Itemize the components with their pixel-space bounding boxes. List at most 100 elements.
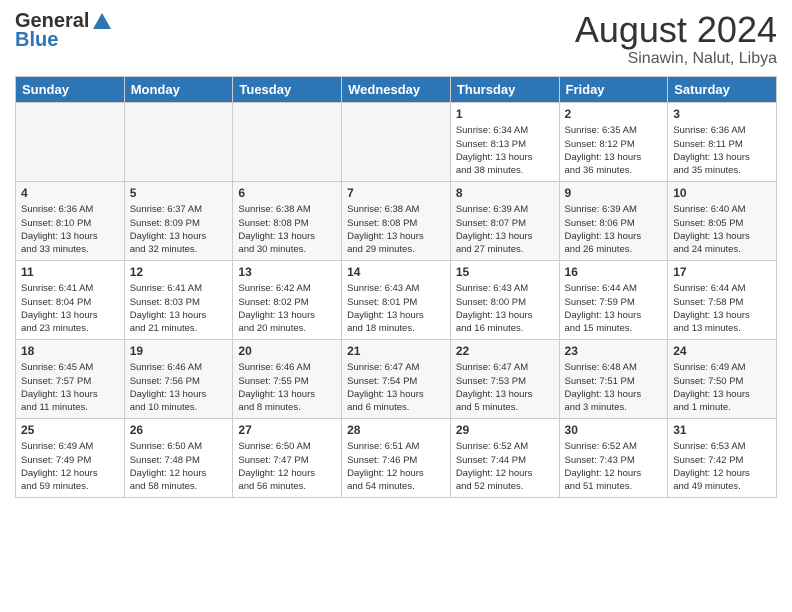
day-number: 7 (347, 185, 445, 202)
table-row: 10Sunrise: 6:40 AM Sunset: 8:05 PM Dayli… (668, 181, 777, 260)
day-number: 28 (347, 422, 445, 439)
day-number: 8 (456, 185, 554, 202)
table-row: 6Sunrise: 6:38 AM Sunset: 8:08 PM Daylig… (233, 181, 342, 260)
day-number: 25 (21, 422, 119, 439)
table-row: 7Sunrise: 6:38 AM Sunset: 8:08 PM Daylig… (342, 181, 451, 260)
day-info: Sunrise: 6:44 AM Sunset: 7:58 PM Dayligh… (673, 282, 771, 335)
day-info: Sunrise: 6:42 AM Sunset: 8:02 PM Dayligh… (238, 282, 336, 335)
header-wednesday: Wednesday (342, 76, 451, 102)
day-info: Sunrise: 6:48 AM Sunset: 7:51 PM Dayligh… (565, 361, 663, 414)
header-saturday: Saturday (668, 76, 777, 102)
logo: General Blue (15, 10, 113, 52)
day-info: Sunrise: 6:37 AM Sunset: 8:09 PM Dayligh… (130, 203, 228, 256)
table-row: 27Sunrise: 6:50 AM Sunset: 7:47 PM Dayli… (233, 418, 342, 497)
title-area: August 2024 Sinawin, Nalut, Libya (575, 10, 777, 68)
day-number: 10 (673, 185, 771, 202)
day-info: Sunrise: 6:36 AM Sunset: 8:11 PM Dayligh… (673, 124, 771, 177)
table-row (16, 102, 125, 181)
page: General Blue August 2024 Sinawin, Nalut,… (0, 0, 792, 612)
table-row: 3Sunrise: 6:36 AM Sunset: 8:11 PM Daylig… (668, 102, 777, 181)
day-number: 13 (238, 264, 336, 281)
table-row: 20Sunrise: 6:46 AM Sunset: 7:55 PM Dayli… (233, 339, 342, 418)
month-year: August 2024 (575, 10, 777, 50)
logo-blue: Blue (15, 29, 58, 52)
day-number: 18 (21, 343, 119, 360)
table-row: 29Sunrise: 6:52 AM Sunset: 7:44 PM Dayli… (450, 418, 559, 497)
logo-icon (91, 11, 113, 33)
day-info: Sunrise: 6:39 AM Sunset: 8:07 PM Dayligh… (456, 203, 554, 256)
table-row: 1Sunrise: 6:34 AM Sunset: 8:13 PM Daylig… (450, 102, 559, 181)
table-row: 8Sunrise: 6:39 AM Sunset: 8:07 PM Daylig… (450, 181, 559, 260)
header-sunday: Sunday (16, 76, 125, 102)
day-info: Sunrise: 6:50 AM Sunset: 7:48 PM Dayligh… (130, 440, 228, 493)
table-row: 12Sunrise: 6:41 AM Sunset: 8:03 PM Dayli… (124, 260, 233, 339)
table-row: 23Sunrise: 6:48 AM Sunset: 7:51 PM Dayli… (559, 339, 668, 418)
day-info: Sunrise: 6:43 AM Sunset: 8:00 PM Dayligh… (456, 282, 554, 335)
table-row: 25Sunrise: 6:49 AM Sunset: 7:49 PM Dayli… (16, 418, 125, 497)
calendar-week-row: 11Sunrise: 6:41 AM Sunset: 8:04 PM Dayli… (16, 260, 777, 339)
day-info: Sunrise: 6:44 AM Sunset: 7:59 PM Dayligh… (565, 282, 663, 335)
table-row: 11Sunrise: 6:41 AM Sunset: 8:04 PM Dayli… (16, 260, 125, 339)
weekday-header-row: Sunday Monday Tuesday Wednesday Thursday… (16, 76, 777, 102)
table-row: 13Sunrise: 6:42 AM Sunset: 8:02 PM Dayli… (233, 260, 342, 339)
day-number: 11 (21, 264, 119, 281)
calendar-week-row: 1Sunrise: 6:34 AM Sunset: 8:13 PM Daylig… (16, 102, 777, 181)
table-row: 18Sunrise: 6:45 AM Sunset: 7:57 PM Dayli… (16, 339, 125, 418)
day-number: 1 (456, 106, 554, 123)
day-number: 29 (456, 422, 554, 439)
day-number: 4 (21, 185, 119, 202)
table-row: 5Sunrise: 6:37 AM Sunset: 8:09 PM Daylig… (124, 181, 233, 260)
table-row: 15Sunrise: 6:43 AM Sunset: 8:00 PM Dayli… (450, 260, 559, 339)
calendar-week-row: 18Sunrise: 6:45 AM Sunset: 7:57 PM Dayli… (16, 339, 777, 418)
day-number: 2 (565, 106, 663, 123)
header-friday: Friday (559, 76, 668, 102)
header-thursday: Thursday (450, 76, 559, 102)
calendar-table: Sunday Monday Tuesday Wednesday Thursday… (15, 76, 777, 498)
day-info: Sunrise: 6:45 AM Sunset: 7:57 PM Dayligh… (21, 361, 119, 414)
table-row: 28Sunrise: 6:51 AM Sunset: 7:46 PM Dayli… (342, 418, 451, 497)
day-info: Sunrise: 6:35 AM Sunset: 8:12 PM Dayligh… (565, 124, 663, 177)
location: Sinawin, Nalut, Libya (575, 50, 777, 68)
day-number: 16 (565, 264, 663, 281)
day-info: Sunrise: 6:47 AM Sunset: 7:54 PM Dayligh… (347, 361, 445, 414)
table-row: 4Sunrise: 6:36 AM Sunset: 8:10 PM Daylig… (16, 181, 125, 260)
day-info: Sunrise: 6:46 AM Sunset: 7:55 PM Dayligh… (238, 361, 336, 414)
table-row: 16Sunrise: 6:44 AM Sunset: 7:59 PM Dayli… (559, 260, 668, 339)
day-number: 6 (238, 185, 336, 202)
table-row: 17Sunrise: 6:44 AM Sunset: 7:58 PM Dayli… (668, 260, 777, 339)
calendar-week-row: 4Sunrise: 6:36 AM Sunset: 8:10 PM Daylig… (16, 181, 777, 260)
table-row: 22Sunrise: 6:47 AM Sunset: 7:53 PM Dayli… (450, 339, 559, 418)
day-number: 9 (565, 185, 663, 202)
day-info: Sunrise: 6:39 AM Sunset: 8:06 PM Dayligh… (565, 203, 663, 256)
day-info: Sunrise: 6:47 AM Sunset: 7:53 PM Dayligh… (456, 361, 554, 414)
day-number: 30 (565, 422, 663, 439)
day-number: 24 (673, 343, 771, 360)
day-number: 27 (238, 422, 336, 439)
day-number: 15 (456, 264, 554, 281)
day-number: 17 (673, 264, 771, 281)
day-info: Sunrise: 6:46 AM Sunset: 7:56 PM Dayligh… (130, 361, 228, 414)
header-monday: Monday (124, 76, 233, 102)
day-info: Sunrise: 6:38 AM Sunset: 8:08 PM Dayligh… (238, 203, 336, 256)
day-number: 21 (347, 343, 445, 360)
day-info: Sunrise: 6:34 AM Sunset: 8:13 PM Dayligh… (456, 124, 554, 177)
table-row: 26Sunrise: 6:50 AM Sunset: 7:48 PM Dayli… (124, 418, 233, 497)
calendar-week-row: 25Sunrise: 6:49 AM Sunset: 7:49 PM Dayli… (16, 418, 777, 497)
header: General Blue August 2024 Sinawin, Nalut,… (15, 10, 777, 68)
table-row: 2Sunrise: 6:35 AM Sunset: 8:12 PM Daylig… (559, 102, 668, 181)
table-row: 31Sunrise: 6:53 AM Sunset: 7:42 PM Dayli… (668, 418, 777, 497)
day-info: Sunrise: 6:49 AM Sunset: 7:50 PM Dayligh… (673, 361, 771, 414)
day-info: Sunrise: 6:51 AM Sunset: 7:46 PM Dayligh… (347, 440, 445, 493)
day-number: 23 (565, 343, 663, 360)
day-number: 14 (347, 264, 445, 281)
table-row (342, 102, 451, 181)
day-number: 19 (130, 343, 228, 360)
day-info: Sunrise: 6:52 AM Sunset: 7:44 PM Dayligh… (456, 440, 554, 493)
table-row: 24Sunrise: 6:49 AM Sunset: 7:50 PM Dayli… (668, 339, 777, 418)
day-info: Sunrise: 6:50 AM Sunset: 7:47 PM Dayligh… (238, 440, 336, 493)
day-number: 31 (673, 422, 771, 439)
day-info: Sunrise: 6:43 AM Sunset: 8:01 PM Dayligh… (347, 282, 445, 335)
table-row (124, 102, 233, 181)
day-info: Sunrise: 6:49 AM Sunset: 7:49 PM Dayligh… (21, 440, 119, 493)
table-row: 9Sunrise: 6:39 AM Sunset: 8:06 PM Daylig… (559, 181, 668, 260)
